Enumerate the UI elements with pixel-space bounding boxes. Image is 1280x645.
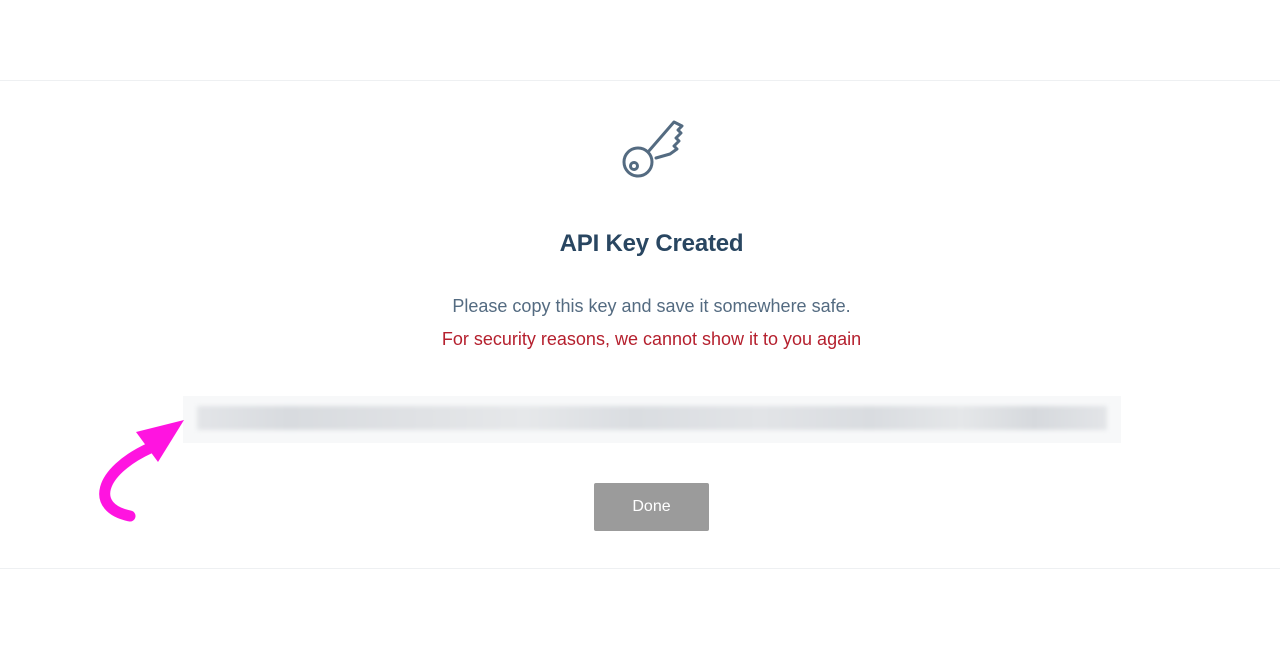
curved-arrow-icon [99, 420, 184, 522]
api-key-field[interactable] [183, 396, 1121, 443]
done-button[interactable]: Done [594, 483, 709, 531]
bottom-divider [0, 568, 1280, 569]
security-warning: For security reasons, we cannot show it … [441, 329, 862, 349]
api-key-value-blurred [197, 406, 1107, 430]
page-title: API Key Created [559, 230, 744, 257]
instruction-text: Please copy this key and save it somewhe… [452, 296, 851, 316]
key-icon [622, 120, 684, 178]
top-divider [0, 80, 1280, 81]
api-key-created-page: API Key Created Please copy this key and… [0, 0, 1280, 645]
